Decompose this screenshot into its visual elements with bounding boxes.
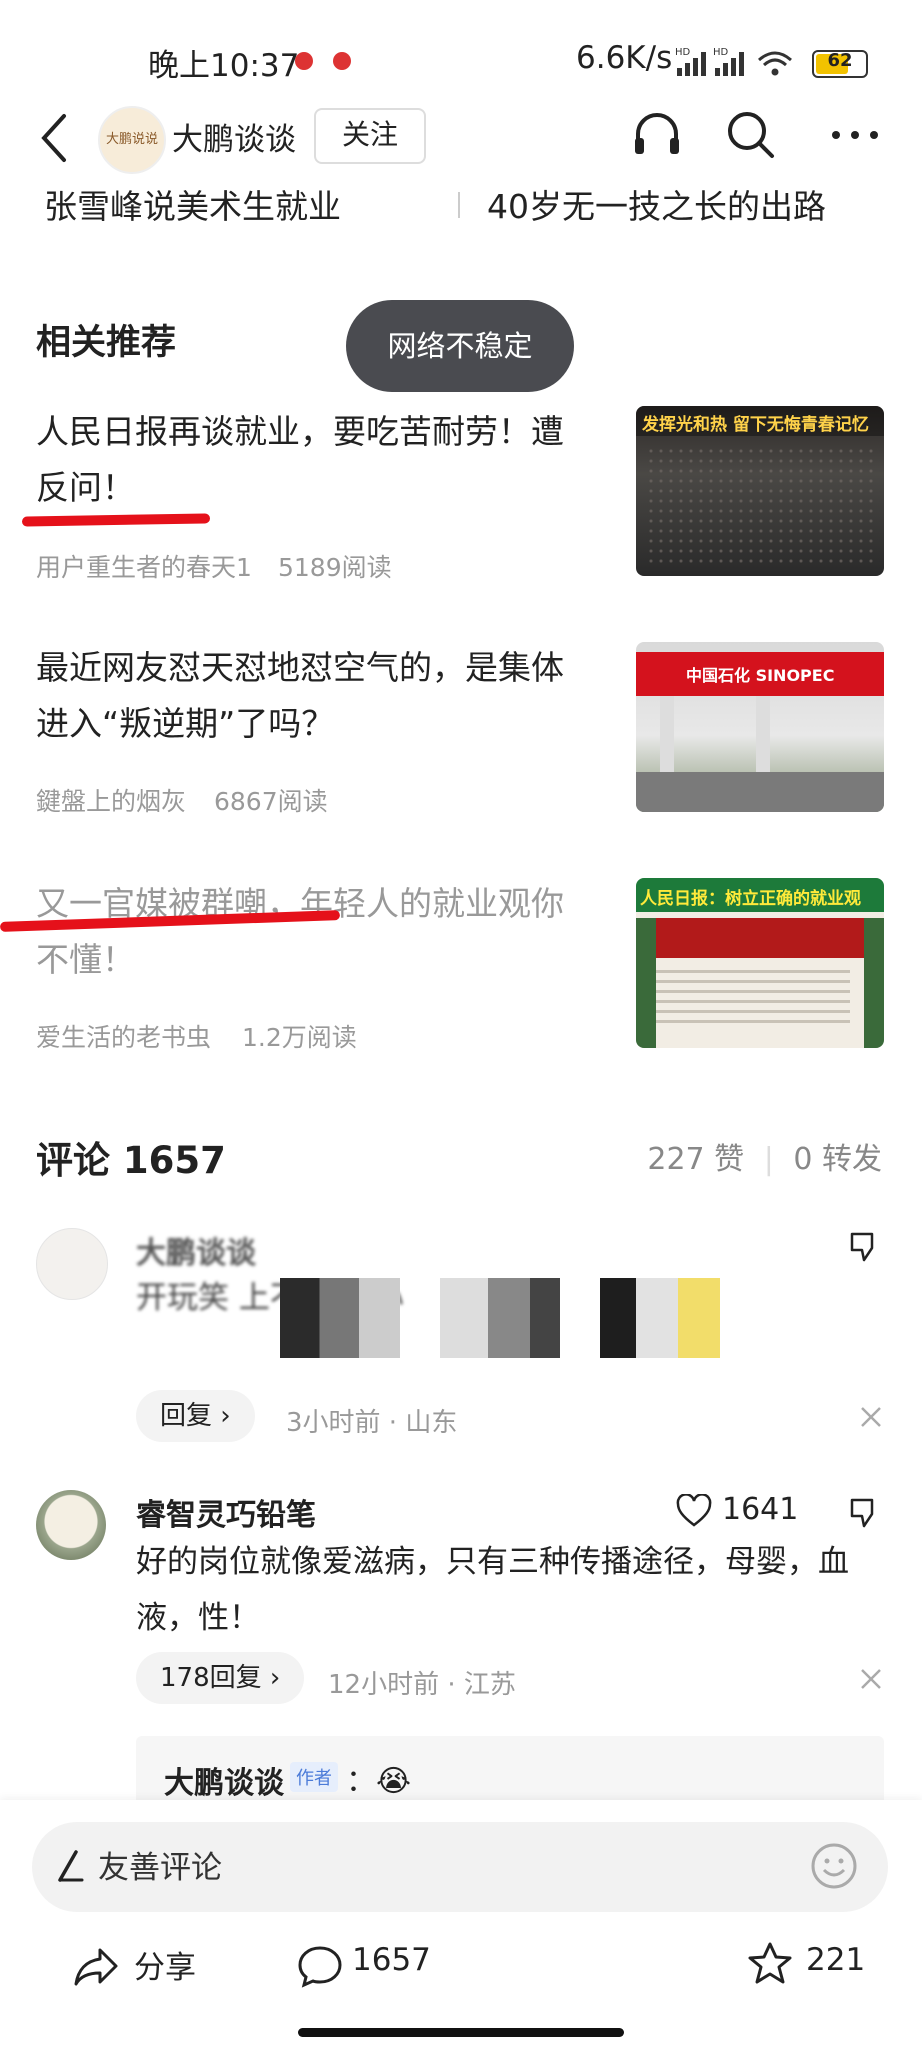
back-icon[interactable]: [30, 108, 80, 168]
status-time: 晚上10:37: [148, 48, 300, 84]
star-count[interactable]: 221: [806, 1942, 865, 1978]
chip-divider: [458, 192, 460, 218]
comments-stats: 227 赞 | 0 转发: [647, 1142, 882, 1177]
nested-reply-user[interactable]: 大鹏谈谈: [164, 1758, 284, 1802]
signal-hd-label-1: HD: [675, 47, 691, 58]
pen-icon: [58, 1850, 84, 1882]
related-item-1-thumbnail[interactable]: 发挥光和热 留下无悔青春记忆: [636, 406, 884, 576]
comment-icon[interactable]: [294, 1940, 346, 1992]
related-item-3-reads: 1.2万阅读: [242, 1023, 357, 1052]
related-item-2-thumbnail[interactable]: 中国石化 SINOPEC: [636, 642, 884, 812]
comment-2-avatar[interactable]: [36, 1490, 106, 1560]
thumbnail-3-caption: 人民日报：树立正确的就业观: [640, 889, 861, 909]
network-toast: 网络不稳定: [346, 300, 574, 392]
comment-1-reply-button[interactable]: 回复 ›: [136, 1390, 255, 1442]
comment-2-reply-button[interactable]: 178回复 ›: [136, 1652, 305, 1704]
related-item-2-reads: 6867阅读: [214, 787, 328, 816]
search-icon[interactable]: [722, 106, 780, 164]
related-item-3-thumbnail[interactable]: 人民日报：树立正确的就业观: [636, 878, 884, 1048]
follow-button[interactable]: 关注: [314, 108, 426, 164]
signal-hd-label-2: HD: [713, 47, 729, 58]
dislike-icon[interactable]: [846, 1228, 882, 1264]
author-name[interactable]: 大鹏谈谈: [172, 114, 296, 159]
related-item-2-title[interactable]: 最近网友怼天怼地怼空气的，是集体进入“叛逆期”了吗？: [36, 640, 596, 752]
related-item-1-author: 用户重生者的春天1: [36, 553, 252, 582]
comment-1-user[interactable]: 大鹏谈谈: [136, 1228, 256, 1272]
related-item-2-author: 鍵盤上的烟灰: [36, 787, 187, 816]
topic-chip-2[interactable]: 40岁无一技之长的出路: [487, 180, 826, 228]
comment-count[interactable]: 1657: [352, 1942, 431, 1978]
related-item-1-reads: 5189阅读: [278, 553, 392, 582]
share-button[interactable]: 分享: [134, 1942, 196, 1987]
comment-2-likes: 1641: [722, 1492, 799, 1527]
comment-1-mosaic-a: [280, 1278, 400, 1358]
comment-2-reply-label: 178回复: [160, 1663, 262, 1693]
topic-chip-1[interactable]: 张雪峰说美术生就业: [44, 180, 341, 228]
likes-count: 227 赞: [647, 1142, 745, 1177]
thumbnail-1-caption: 发挥光和热 留下无悔青春记忆: [642, 415, 869, 435]
comments-title: 评论 1657: [36, 1139, 226, 1182]
reposts-count: 0 转发: [793, 1142, 882, 1177]
close-icon[interactable]: [858, 1666, 884, 1692]
home-indicator[interactable]: [298, 2028, 624, 2037]
author-avatar[interactable]: 大鹏说说: [98, 106, 166, 174]
heart-icon[interactable]: [676, 1494, 712, 1528]
emoji-icon[interactable]: [808, 1840, 860, 1892]
more-icon[interactable]: [826, 106, 884, 164]
thumbnail-2-caption: 中国石化 SINOPEC: [686, 666, 835, 685]
comment-input-placeholder[interactable]: 友善评论: [98, 1842, 222, 1887]
notification-icons: [295, 52, 351, 70]
signal-wifi-icons: HD HD: [675, 47, 792, 76]
dislike-icon[interactable]: [846, 1494, 882, 1530]
comment-2-time: 12小时前 · 江苏: [328, 1670, 516, 1700]
share-icon[interactable]: [70, 1940, 122, 1992]
comment-1-mosaic-b: [440, 1278, 560, 1358]
related-item-3-title[interactable]: 又一官媒被群嘲，年轻人的就业观你不懂！: [36, 876, 596, 988]
network-speed: 6.6K/s: [576, 40, 673, 76]
red-underline-1: [21, 513, 211, 527]
battery-level: 62: [827, 50, 853, 71]
headphones-icon[interactable]: [628, 106, 686, 164]
author-badge: 作者: [290, 1762, 338, 1792]
battery-indicator: 62: [812, 50, 868, 78]
related-title: 相关推荐: [36, 323, 177, 363]
comment-1-avatar[interactable]: [36, 1228, 108, 1300]
comment-2-user[interactable]: 睿智灵巧铅笔: [136, 1490, 316, 1534]
related-item-1-title[interactable]: 人民日报再谈就业，要吃苦耐劳！遭反问！: [36, 404, 596, 516]
comment-2-text: 好的岗位就像爱滋病，只有三种传播途径，母婴，血液，性！: [136, 1544, 849, 1636]
author-avatar-text: 大鹏说说: [105, 132, 158, 147]
comment-1-reply-label: 回复: [160, 1401, 213, 1431]
comment-1-time: 3小时前 · 山东: [286, 1408, 458, 1438]
comment-1-mosaic-c: [600, 1278, 720, 1358]
nested-reply-text: ：😭: [346, 1764, 412, 1799]
close-icon[interactable]: [858, 1404, 884, 1430]
related-item-3-author: 爱生活的老书虫: [36, 1023, 212, 1052]
star-icon[interactable]: [744, 1938, 796, 1990]
